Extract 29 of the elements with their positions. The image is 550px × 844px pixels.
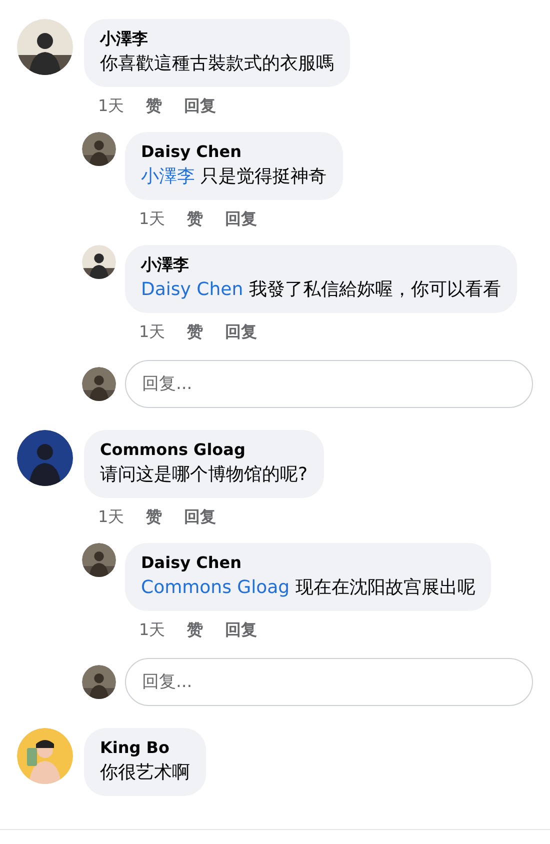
reply-text: 小澤李 只是觉得挺神奇 (141, 165, 327, 189)
like-link[interactable]: 赞 (187, 209, 204, 233)
comment-time: 1天 (139, 322, 166, 343)
reply-field[interactable]: 回复... (125, 658, 533, 706)
comment-time: 1天 (98, 96, 124, 117)
comment-text: 你喜歡這種古裝款式的衣服嗎 (100, 52, 334, 76)
comment-text: 请问这是哪个博物馆的呢? (100, 463, 308, 487)
reply-link[interactable]: 回复 (225, 322, 258, 346)
like-link[interactable]: 赞 (146, 96, 162, 120)
author-name[interactable]: 小澤李 (141, 254, 501, 276)
reply-link[interactable]: 回复 (184, 507, 216, 531)
reply-field[interactable]: 回复... (125, 360, 533, 408)
reply-link[interactable]: 回复 (225, 620, 258, 644)
like-link[interactable]: 赞 (187, 620, 204, 644)
comment-text: 你很艺术啊 (100, 761, 190, 785)
comment-time: 1天 (139, 620, 166, 641)
author-name[interactable]: 小澤李 (100, 28, 334, 50)
reply-text: Daisy Chen 我發了私信給妳喔，你可以看看 (141, 278, 501, 302)
reply-link[interactable]: 回复 (184, 96, 216, 120)
like-link[interactable]: 赞 (187, 322, 204, 346)
reply-link[interactable]: 回复 (225, 209, 258, 233)
author-name[interactable]: King Bo (100, 737, 190, 759)
author-name[interactable]: Daisy Chen (141, 141, 327, 163)
reply-text: Commons Gloag 现在在沈阳故宫展出呢 (141, 576, 476, 600)
like-link[interactable]: 赞 (146, 507, 162, 531)
comment-time: 1天 (139, 209, 166, 230)
author-name[interactable]: Daisy Chen (141, 552, 476, 574)
comment-time: 1天 (98, 507, 124, 528)
author-name[interactable]: Commons Gloag (100, 439, 308, 461)
